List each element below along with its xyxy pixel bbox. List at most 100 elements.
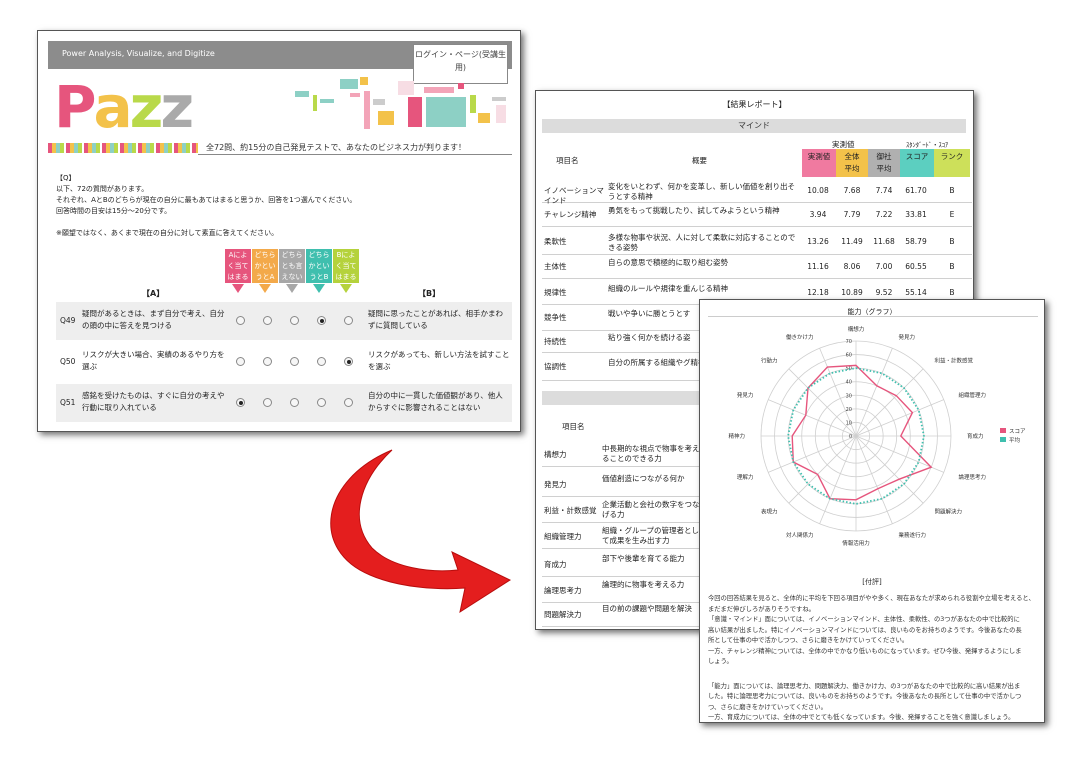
ability-row: 問題解決力 目の前の課題や問題を解決 <box>542 601 702 627</box>
row-name: チャレンジ精神 <box>544 210 597 219</box>
row-value: 60.55 <box>905 262 927 271</box>
row-name: 柔軟性 <box>544 237 567 246</box>
row-value: 11.68 <box>873 237 895 246</box>
radio-neutral[interactable] <box>290 357 299 366</box>
col-header-company-avg: 御社 平均 <box>868 149 900 177</box>
col-header-rank: ランク <box>934 149 970 177</box>
radar-axis-label: 働きかけ力 <box>786 333 814 341</box>
choice-arrow-icon <box>313 284 325 293</box>
login-button[interactable]: ログイン・ページ(受講生用) <box>413 44 508 84</box>
tagline: Power Analysis, Visualize, and Digitize <box>62 49 215 58</box>
radar-axis-label: 構想力 <box>848 325 865 333</box>
question-option-a: 感銘を受けたものは、すぐに自分の考えや行動に取り入れている <box>82 391 225 412</box>
row-name: 問題解決力 <box>544 610 582 619</box>
report-row: 主体性 自らの意思で積極的に取り組む姿勢 11.16 8.06 7.00 60.55 B <box>542 255 972 279</box>
radio-b-strong[interactable] <box>344 398 353 407</box>
radio-b-weak[interactable] <box>317 398 326 407</box>
radio-b-weak[interactable] <box>317 316 326 325</box>
question-row: Q51 感銘を受けたものは、すぐに自分の考えや行動に取り入れている 自分の中に一… <box>56 384 512 422</box>
col-header-actual: 実測値 <box>802 149 836 177</box>
row-value: 10.08 <box>807 186 829 195</box>
radar-tick-label: 10 <box>846 420 852 426</box>
row-name: 発見力 <box>544 480 567 489</box>
row-name: 規律性 <box>544 288 567 297</box>
row-value: 11.49 <box>841 237 863 246</box>
radar-axis-label: 業務遂行力 <box>898 531 926 539</box>
radar-axis-label: 育成力 <box>967 432 984 440</box>
row-description: 価値創造につながる何か <box>602 474 685 483</box>
question-row: Q50 リスクが大きい場合、実績のあるやり方を選ぶ リスクがあっても、新しい方法… <box>56 343 512 381</box>
row-description: 目の前の課題や問題を解決 <box>602 604 692 613</box>
comment-title: [付評] <box>862 578 882 586</box>
row-value: 7.22 <box>875 210 893 219</box>
header-bar: Power Analysis, Visualize, and Digitize … <box>48 41 512 84</box>
radio-a-strong[interactable] <box>236 316 245 325</box>
row-value: E <box>949 210 955 219</box>
row-description: 勇気をもって挑戦したり、試してみようという精神 <box>608 206 780 215</box>
row-name: 育成力 <box>544 560 567 569</box>
row-description: 組織のルールや規律を重んじる精神 <box>608 284 728 293</box>
ability-row: 論理思考力 論理的に物事を考える力 <box>542 577 702 603</box>
radar-tick-label: 70 <box>846 339 852 345</box>
row-value: 7.68 <box>843 186 861 195</box>
col-header-score: スコア <box>900 149 934 177</box>
row-value: 61.70 <box>905 186 927 195</box>
radio-a-strong[interactable] <box>236 357 245 366</box>
ability-col-item-header: 項目名 <box>562 422 585 431</box>
radar-chart-panel: 能力（グラフ） 構想力 発見力 利益・計数感覚 組織管理力 育成力 論理思考力 問題解決力業… <box>699 299 1045 723</box>
row-value: 7.74 <box>875 186 893 195</box>
choice-arrow-icon <box>286 284 298 293</box>
radar-axis-label: 表現力 <box>761 508 778 516</box>
radar-axis-label: 対人関係力 <box>786 531 814 539</box>
row-description: 変化をいとわず、何かを変革し、新しい価値を創り出そうとする精神 <box>608 182 795 201</box>
red-arrow-icon <box>330 449 512 614</box>
radio-a-weak[interactable] <box>263 398 272 407</box>
row-name: 協調性 <box>544 362 567 371</box>
choice-header-neutral: どちら とも言 えない <box>279 249 305 283</box>
choice-header-a-strong: Aによ く当て はまる <box>225 249 251 283</box>
radio-b-strong[interactable] <box>344 316 353 325</box>
comment-body: 今回の回答結果を見ると、全体的に平均を下回る項目がやや多く、現在あなたが求められ… <box>708 595 1035 721</box>
radar-axis-label: 問題解決力 <box>934 508 962 516</box>
radio-a-weak[interactable] <box>263 357 272 366</box>
radio-a-strong[interactable] <box>236 398 245 407</box>
row-value: 3.94 <box>809 210 827 219</box>
radar-axis-label: 利益・計数感覚 <box>934 356 973 364</box>
row-name: 組織管理力 <box>544 532 582 541</box>
row-value: 9.52 <box>875 288 893 297</box>
row-description: 組織・グループの管理者として成果を生み出す力 <box>602 526 700 545</box>
legend-label: 平均 <box>1009 436 1021 444</box>
col-header-overall-avg: 全体 平均 <box>836 149 868 177</box>
choice-header-b-strong: Bによ く当て はまる <box>333 249 359 283</box>
radio-neutral[interactable] <box>290 398 299 407</box>
radio-neutral[interactable] <box>290 316 299 325</box>
row-value: B <box>949 288 955 297</box>
color-stripe <box>48 143 198 153</box>
row-value: 10.89 <box>841 288 863 297</box>
radio-b-weak[interactable] <box>317 357 326 366</box>
instruction-line: 【Q】 <box>56 174 76 182</box>
banner-text: 全72問、約15分の自己発見テストで、あなたのビジネス力が判ります！ <box>198 141 512 155</box>
radar-axis-label: 情報活用力 <box>842 539 870 547</box>
radar-tick-label: 60 <box>846 353 852 359</box>
radar-axis-label: 精神力 <box>728 432 745 440</box>
row-value: 58.79 <box>905 237 927 246</box>
col-summary-header: 概要 <box>692 156 707 165</box>
row-name: 競争性 <box>544 313 567 322</box>
radio-b-strong[interactable] <box>344 357 353 366</box>
col-item-header: 項目名 <box>556 156 579 165</box>
radar-tick-label: 20 <box>846 407 852 413</box>
radio-a-weak[interactable] <box>263 316 272 325</box>
question-option-b: 自分の中に一貫した価値観があり、他人からすぐに影響されることはない <box>368 391 503 412</box>
label-a: 【A】 <box>142 289 165 298</box>
row-description: 自らの意思で積極的に取り組む姿勢 <box>608 258 728 267</box>
radar-axis-label: 発見力 <box>737 391 754 399</box>
question-option-b: リスクがあっても、新しい方法を試すことを選ぶ <box>368 350 510 371</box>
row-name: 利益・計数感覚 <box>544 506 597 515</box>
row-value: B <box>949 237 955 246</box>
radar-axis-label: 行動力 <box>761 356 778 364</box>
row-description: 多様な物事や状況、人に対して柔軟に対応することのできる姿勢 <box>608 233 796 252</box>
instruction-line: それぞれ、AとBのどちらが現在の自分に最もあてはまると思うか、回答を1つ選んでく… <box>56 196 357 204</box>
ability-row: 組織管理力 組織・グループの管理者として成果を生み出す力 <box>542 523 702 549</box>
radar-axis-label: 理解力 <box>737 473 754 481</box>
